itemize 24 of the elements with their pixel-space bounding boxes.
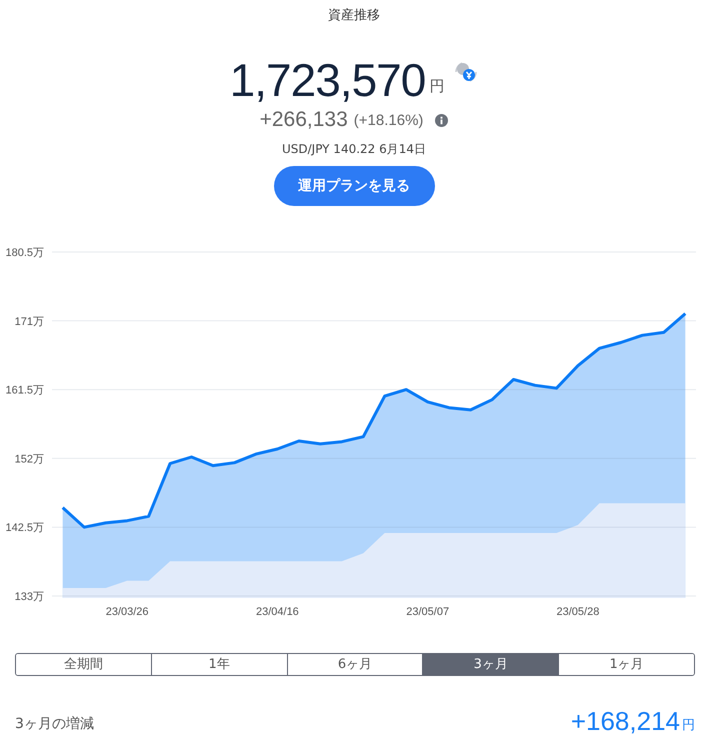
period-tab[interactable]: 3ヶ月 <box>422 654 558 675</box>
currency-exchange-icon[interactable] <box>454 60 478 84</box>
currency-unit: 円 <box>682 717 695 734</box>
change-percent: (+18.16%) <box>354 112 424 129</box>
axis-label: 23/05/07 <box>406 606 450 618</box>
axis-label: 133万 <box>14 590 44 603</box>
summary-label: 3ヶ月の増減 <box>15 715 94 733</box>
axis-label: 152万 <box>14 453 44 466</box>
total-amount: 1,723,570 <box>230 54 426 106</box>
axis-label: 180.5万 <box>5 246 44 259</box>
axis-label: 23/04/16 <box>256 606 299 618</box>
exchange-rate: USD/JPY 140.22 6月14日 <box>280 140 428 158</box>
axis-label: 142.5万 <box>5 522 44 534</box>
page-title: 資産推移 <box>327 7 381 24</box>
axis-label: 161.5万 <box>5 384 44 397</box>
axis-label: 171万 <box>14 316 44 328</box>
change-amount: +266,133 <box>260 108 348 132</box>
axis-label: 23/05/28 <box>556 606 600 618</box>
currency-unit: 円 <box>429 77 444 96</box>
plan-button[interactable]: 運用プランを見る <box>274 166 434 206</box>
info-icon[interactable] <box>435 114 448 127</box>
summary-amount: +168,214 <box>570 706 680 737</box>
axis-label: 23/03/26 <box>106 606 149 618</box>
period-tab[interactable]: 1ヶ月 <box>558 654 694 675</box>
